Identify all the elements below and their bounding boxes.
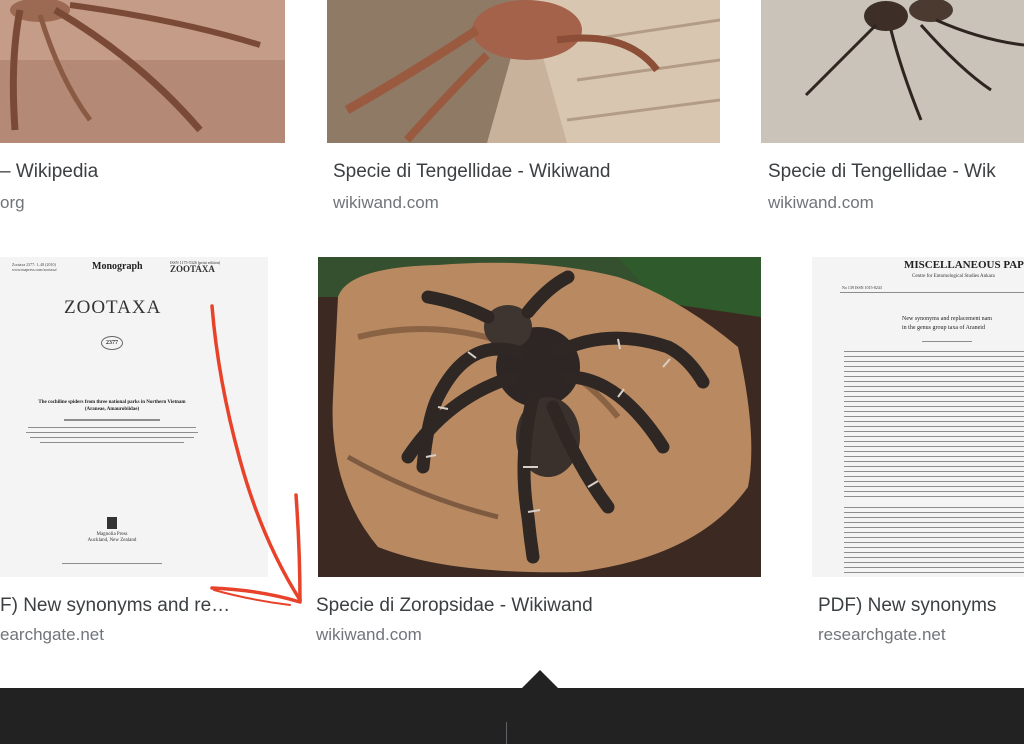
preview-panel (0, 688, 1024, 744)
doc-text-line (844, 421, 1024, 422)
doc-text-line (844, 391, 1024, 392)
doc-text-line (844, 386, 1024, 387)
doc-text-line (844, 401, 1024, 402)
doc-affiliation-line (30, 437, 194, 438)
doc-text-line (844, 476, 1024, 477)
doc-text-line (844, 441, 1024, 442)
result-image-misc-paper-document[interactable]: MISCELLANEOUS PAPE Centre for Entomologi… (812, 257, 1024, 577)
doc-text-line (844, 466, 1024, 467)
doc-subheader: Centre for Entomological Studies Ankara (912, 274, 995, 279)
doc-text-line (844, 376, 1024, 377)
doc-text-line (844, 446, 1024, 447)
doc-footer-line (62, 563, 162, 564)
result-domain: wikiwand.com (768, 193, 874, 212)
doc-text-line (844, 507, 1024, 508)
doc-text-line (844, 356, 1024, 357)
doc-text-line (844, 436, 1024, 437)
doc-header-left: Zootaxa 2377: 1–48 (2010) www.mapress.co… (12, 262, 58, 272)
result-image-tarantula-zoropsidae[interactable] (318, 257, 761, 577)
doc-author-line (922, 341, 972, 342)
doc-text-line (844, 461, 1024, 462)
doc-rule (840, 292, 1024, 293)
result-image-spider-wikipedia[interactable] (0, 0, 285, 143)
doc-text-line (844, 547, 1024, 548)
result-title[interactable]: Specie di Tengellidae - Wikiwand (333, 160, 610, 184)
doc-paper-title: New synonyms and replacement nam in the … (902, 316, 992, 331)
doc-text-line (844, 471, 1024, 472)
doc-text-line (844, 416, 1024, 417)
result-title[interactable]: PDF) New synonyms (818, 594, 1024, 618)
result-domain: researchgate.net (818, 625, 946, 644)
doc-text-line (844, 491, 1024, 492)
doc-text-line (844, 366, 1024, 367)
result-title[interactable]: Specie di Zoropsidae - Wikiwand (316, 594, 593, 618)
doc-text-line (844, 496, 1024, 497)
doc-issue: No 139 ISSN 1015-8243 (842, 285, 882, 290)
doc-text-line (844, 552, 1024, 553)
doc-header-mid: Monograph (92, 261, 143, 272)
doc-text-line (844, 426, 1024, 427)
result-domain: earchgate.net (0, 625, 104, 644)
doc-title: ZOOTAXA (64, 297, 162, 318)
selected-result-pointer (522, 670, 558, 688)
doc-text-line (844, 542, 1024, 543)
doc-text-line (844, 512, 1024, 513)
doc-text-line (844, 557, 1024, 558)
result-title[interactable]: F) New synonyms and re… (0, 594, 270, 618)
result-image-spider-tengellidae[interactable] (327, 0, 720, 143)
result-domain: wikiwand.com (316, 625, 422, 644)
result-domain: org (0, 193, 25, 212)
doc-text-line (844, 396, 1024, 397)
doc-text-line (844, 486, 1024, 487)
result-title[interactable]: – Wikipedia (0, 160, 285, 184)
doc-text-line (844, 371, 1024, 372)
doc-text-line (844, 456, 1024, 457)
doc-paper-title: The cochiline spiders from three nationa… (38, 400, 186, 412)
doc-text-line (844, 431, 1024, 432)
doc-text-line (844, 451, 1024, 452)
result-image-zootaxa-document[interactable]: Zootaxa 2377: 1–48 (2010) www.mapress.co… (0, 257, 268, 577)
doc-number-badge: 2377 (101, 336, 123, 350)
result-image-spider-wall[interactable] (761, 0, 1024, 143)
doc-publisher: Magnolia Press Auckland, New Zealand (87, 532, 137, 543)
doc-text-line (844, 406, 1024, 407)
doc-text-line (844, 567, 1024, 568)
doc-header-right: ISSN 1175-5326 (print edition) ZOOTAXA (170, 260, 221, 274)
doc-text-line (844, 411, 1024, 412)
doc-text-line (844, 527, 1024, 528)
result-domain: wikiwand.com (333, 193, 439, 212)
doc-text-line (844, 537, 1024, 538)
doc-text-line (844, 481, 1024, 482)
doc-text-line (844, 562, 1024, 563)
doc-affiliation-line (26, 432, 198, 433)
doc-text-line (844, 361, 1024, 362)
doc-text-line (844, 381, 1024, 382)
doc-text-line (844, 522, 1024, 523)
doc-text-line (844, 572, 1024, 573)
publisher-logo-icon (107, 517, 117, 529)
doc-author-line (64, 419, 160, 421)
doc-header: MISCELLANEOUS PAPE (904, 259, 1024, 271)
preview-panel-divider (506, 722, 507, 744)
doc-affiliation-line (28, 427, 196, 428)
doc-text-line (844, 351, 1024, 352)
doc-affiliation-line (40, 442, 184, 443)
doc-text-line (844, 532, 1024, 533)
doc-text-line (844, 517, 1024, 518)
result-title[interactable]: Specie di Tengellidae - Wik (768, 160, 1024, 184)
